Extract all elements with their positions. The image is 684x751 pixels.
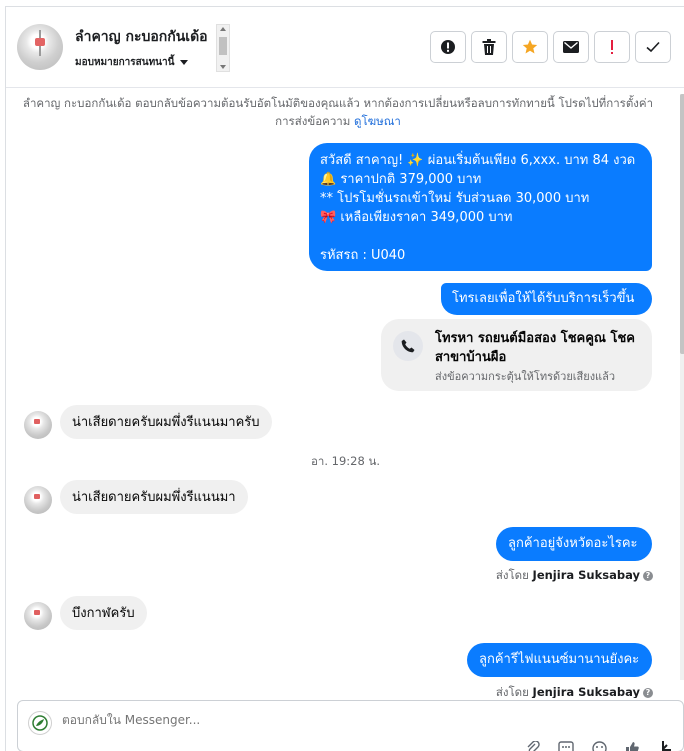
delete-button[interactable] (471, 31, 507, 63)
contact-mini-avatar[interactable] (24, 411, 52, 439)
avatar-image-mark (34, 610, 40, 615)
incoming-message-text: น่าเสียดายครับผมพึ่งรีแนนมาครับ (72, 415, 260, 430)
sent-by-prefix: ส่งโดย (495, 568, 529, 582)
conversation-header: ลำคาญ กะบอกกันเด้อ มอบหมายการสนทนานี้ (6, 7, 684, 88)
promo-line: สวัสดี สาคาญ! ✨ ผ่อนเริ่มต้นเพียง 6,xxx.… (320, 153, 636, 168)
paperclip-icon (527, 741, 540, 751)
saved-replies-button[interactable] (556, 741, 576, 751)
outgoing-message-text: ลูกค้าอยู่จังหวัดอะไรคะ (508, 536, 638, 551)
incoming-message-text: น่าเสียดายครับผมพึ่งรีแนนมา (72, 490, 236, 505)
info-icon[interactable]: ? (643, 687, 653, 698)
reply-composer[interactable] (17, 700, 684, 751)
voice-call-card[interactable]: โทรหา รถยนต์มือสอง โชคคูณ โชค สาขาบ้านผื… (381, 319, 652, 391)
check-icon (646, 41, 660, 53)
info-icon[interactable]: ? (643, 570, 653, 581)
thread-scrollbar[interactable] (680, 94, 684, 680)
assign-label: มอบหมายการสนทนานี้ (75, 57, 175, 68)
header-actions (430, 31, 671, 63)
name-scrollbar[interactable] (216, 24, 230, 72)
phone-icon-wrap (393, 331, 423, 361)
page-logo-icon (32, 715, 48, 731)
incoming-message-bubble[interactable]: น่าเสียดายครับผมพึ่งรีแนนมา (60, 480, 248, 514)
sent-by-agent-name: Jenjira Suksabay (532, 568, 640, 582)
promo-line: ** โปรโมชั่นรถเข้าใหม่ รับส่วนลด 30,000 … (320, 191, 590, 206)
avatar-image-mark (34, 494, 40, 499)
star-button[interactable] (512, 31, 548, 63)
avatar-image-mark (34, 419, 40, 424)
scroll-thumb[interactable] (219, 37, 227, 55)
more-options-button[interactable] (655, 741, 675, 751)
contact-mini-avatar[interactable] (24, 602, 52, 630)
message-thread[interactable]: ลำคาญ กะบอกกันเด้อ ตอบกลับข้อความต้อนรับ… (6, 88, 684, 698)
auto-reply-notice: ลำคาญ กะบอกกันเด้อ ตอบกลับข้อความต้อนรับ… (18, 94, 658, 130)
call-card-subtitle: ส่งข้อความกระตุ้นให้โทรด้วยเสียงแล้ว (435, 370, 616, 383)
incoming-message-bubble[interactable]: บึงกาฬครับ (60, 596, 147, 630)
star-icon (522, 39, 538, 54)
call-card-title: โทรหา รถยนต์มือสอง โชคคูณ โชค สาขาบ้านผื… (435, 331, 636, 365)
thread-scroll-thumb[interactable] (680, 94, 684, 354)
follow-up-button[interactable] (594, 31, 630, 63)
contact-name[interactable]: ลำคาญ กะบอกกันเด้อ (75, 26, 217, 48)
outgoing-message-bubble[interactable]: ลูกค้าอยู่จังหวัดอะไรคะ (496, 527, 652, 561)
phone-icon (401, 339, 415, 353)
sent-by-label: ส่งโดย Jenjira Suksabay? (496, 684, 653, 698)
call-now-button[interactable]: โทรเลยเพื่อให้ได้รับบริการเร็วขึ้น (441, 283, 652, 315)
attach-button[interactable] (523, 741, 543, 751)
reply-input[interactable] (62, 713, 562, 727)
mark-done-button[interactable] (635, 31, 671, 63)
thumbs-up-icon (626, 742, 639, 751)
contact-mini-avatar[interactable] (24, 486, 52, 514)
promo-code-line: รหัสรถ : U040 (320, 248, 406, 263)
outgoing-message-text: ลูกค้ารีไฟแนนซ์มานานยังคะ (479, 652, 640, 667)
message-timestamp: อา. 19:28 น. (311, 454, 380, 468)
page-avatar (28, 711, 52, 735)
scroll-down-arrow-icon[interactable] (220, 65, 226, 69)
envelope-icon (563, 41, 579, 53)
exclamation-icon (611, 40, 613, 54)
auto-reply-notice-text: ลำคาญ กะบอกกันเด้อ ตอบกลับข้อความต้อนรับ… (22, 96, 654, 128)
contact-avatar[interactable] (17, 24, 63, 70)
composer-toolbar (523, 741, 675, 751)
avatar-image-mark (35, 38, 45, 46)
promo-spacer (320, 227, 641, 246)
caret-down-icon (180, 59, 189, 65)
alert-circle-icon (441, 40, 455, 54)
view-ad-link[interactable]: ดูโฆษณา (354, 114, 401, 128)
scroll-up-arrow-icon[interactable] (220, 27, 226, 31)
outgoing-message-bubble[interactable]: ลูกค้ารีไฟแนนซ์มานานยังคะ (467, 643, 652, 677)
emoji-icon (591, 741, 607, 751)
report-spam-button[interactable] (430, 31, 466, 63)
promo-line: 🎀 เหลือเพียงราคา 349,000 บาท (320, 210, 513, 225)
emoji-button[interactable] (589, 741, 609, 751)
call-now-label: โทรเลยเพื่อให้ได้รับบริการเร็วขึ้น (452, 291, 635, 306)
incoming-message-bubble[interactable]: น่าเสียดายครับผมพึ่งรีแนนมาครับ (60, 405, 272, 439)
conversation-panel: ลำคาญ กะบอกกันเด้อ มอบหมายการสนทนานี้ ลำ… (5, 6, 684, 751)
trash-icon (482, 39, 496, 55)
thumbs-up-button[interactable] (622, 741, 642, 751)
incoming-message-text: บึงกาฬครับ (72, 606, 135, 621)
sent-by-agent-name: Jenjira Suksabay (532, 685, 640, 698)
promo-line: 🔔 ราคาปกติ 379,000 บาท (320, 172, 482, 187)
sent-by-prefix: ส่งโดย (495, 685, 529, 698)
assign-conversation-dropdown[interactable]: มอบหมายการสนทนานี้ (75, 55, 189, 70)
saved-replies-icon (558, 741, 574, 751)
mark-unread-button[interactable] (553, 31, 589, 63)
promo-message-bubble[interactable]: สวัสดี สาคาญ! ✨ ผ่อนเริ่มต้นเพียง 6,xxx.… (309, 143, 652, 271)
sent-by-label: ส่งโดย Jenjira Suksabay? (496, 567, 653, 585)
send-icon (662, 741, 671, 751)
